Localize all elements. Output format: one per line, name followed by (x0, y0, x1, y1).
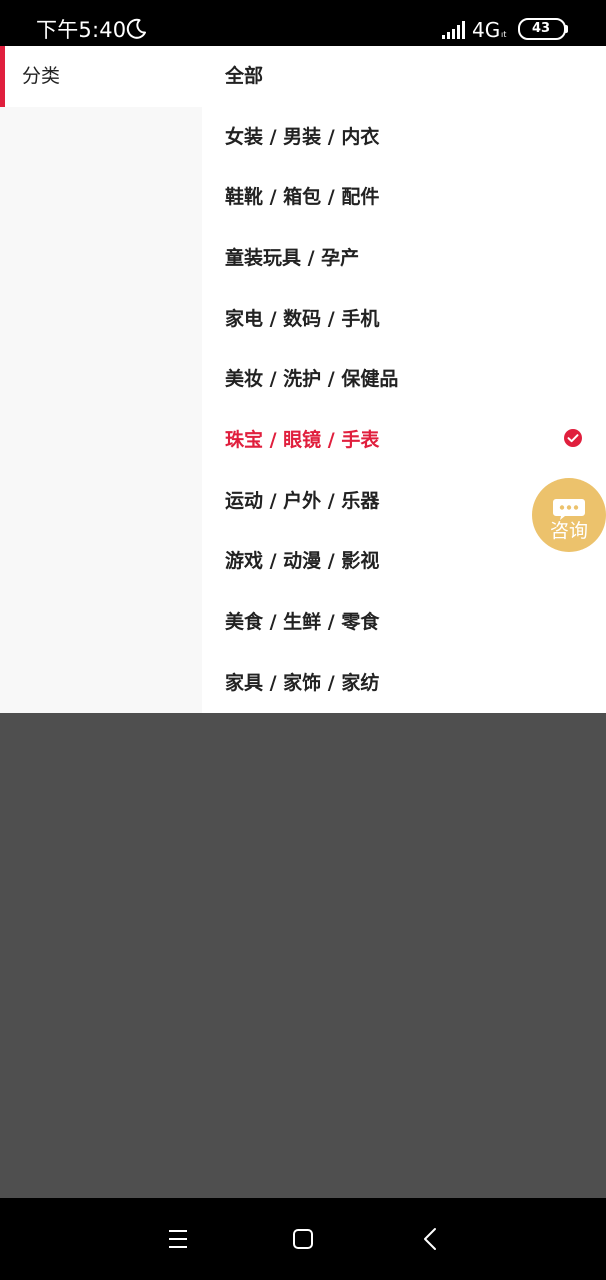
category-label: 全部 (225, 65, 264, 87)
category-label: 美妆 / 洗护 / 保健品 (225, 368, 399, 390)
category-item-apparel[interactable]: 女装 / 男装 / 内衣 (202, 107, 606, 167)
category-label: 家具 / 家饰 / 家纺 (225, 672, 380, 694)
status-bar: 下午5:40 4G ıt 43 (0, 0, 606, 46)
category-label: 游戏 / 动漫 / 影视 (225, 550, 380, 572)
battery-level: 43 (531, 21, 551, 36)
check-circle-icon (564, 429, 582, 447)
home-icon[interactable] (283, 1219, 323, 1259)
menu-icon[interactable] (158, 1219, 198, 1259)
category-label: 美食 / 生鲜 / 零食 (225, 611, 380, 633)
signal-icon (442, 21, 465, 39)
category-item-beauty[interactable]: 美妆 / 洗护 / 保健品 (202, 349, 606, 409)
consult-button[interactable]: 咨询 (532, 478, 606, 552)
category-item-home[interactable]: 家具 / 家饰 / 家纺 (202, 653, 606, 713)
status-time: 下午5:40 (36, 18, 127, 42)
category-label: 运动 / 户外 / 乐器 (225, 490, 380, 512)
sidebar-tab-category[interactable]: 分类 (0, 46, 202, 107)
category-label: 鞋靴 / 箱包 / 配件 (225, 186, 380, 208)
consult-label: 咨询 (549, 520, 588, 542)
moon-icon (126, 18, 146, 39)
category-sidebar: 分类 (0, 46, 202, 713)
category-item-food[interactable]: 美食 / 生鲜 / 零食 (202, 592, 606, 652)
sidebar-tab-label: 分类 (22, 65, 61, 87)
chat-bubble-icon (553, 499, 585, 520)
category-label: 童装玩具 / 孕产 (225, 247, 360, 269)
battery-icon: 43 (518, 18, 568, 40)
category-item-kids-maternity[interactable]: 童装玩具 / 孕产 (202, 228, 606, 288)
category-item-electronics[interactable]: 家电 / 数码 / 手机 (202, 289, 606, 349)
category-item-jewelry[interactable]: 珠宝 / 眼镜 / 手表 (202, 410, 606, 470)
network-type: 4G (472, 18, 501, 42)
category-label: 女装 / 男装 / 内衣 (225, 126, 380, 148)
category-label: 家电 / 数码 / 手机 (225, 308, 380, 330)
network-activity-tag: ıt (501, 30, 507, 39)
category-label: 珠宝 / 眼镜 / 手表 (225, 429, 380, 451)
category-list: 全部 女装 / 男装 / 内衣 鞋靴 / 箱包 / 配件 童装玩具 / 孕产 家… (202, 46, 606, 713)
active-tab-indicator (0, 46, 5, 107)
back-icon[interactable] (410, 1219, 450, 1259)
navigation-bar (0, 1198, 606, 1280)
category-item-shoes-bags[interactable]: 鞋靴 / 箱包 / 配件 (202, 167, 606, 227)
category-item-all[interactable]: 全部 (202, 46, 606, 106)
